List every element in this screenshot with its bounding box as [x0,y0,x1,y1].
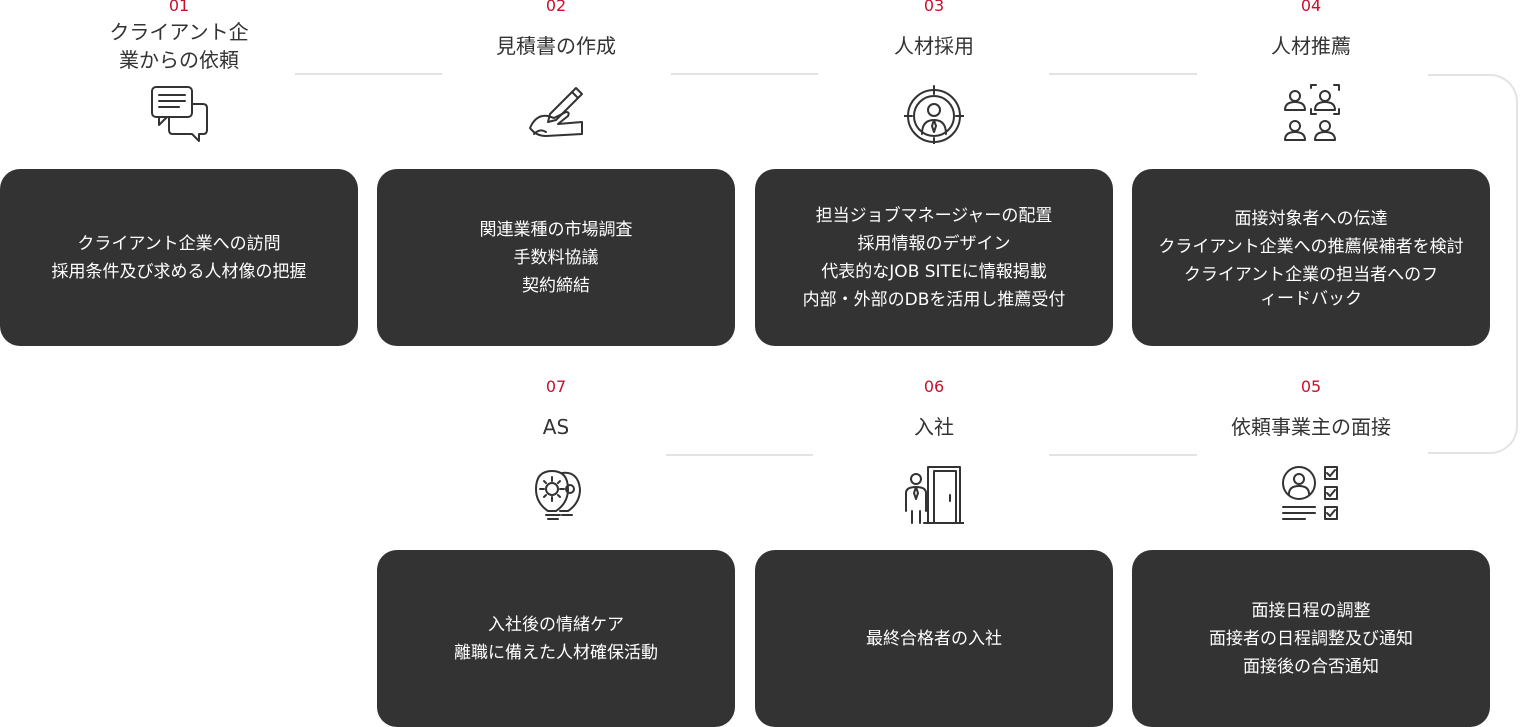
step-title: 人材推薦 [1271,34,1351,58]
step-card: 担当ジョブマネージャーの配置 採用情報のデザイン 代表的なJOB SITEに情報… [755,169,1113,346]
step-number: 02 [545,0,567,15]
step-number: 07 [545,377,567,396]
card-line: 関連業種の市場調査 [479,219,633,240]
step-title: 見積書の作成 [496,34,616,58]
step-title: 依頼事業主の面接 [1231,415,1391,439]
step-06: 06 入社 最終合格者の入社 [755,377,1113,727]
card-line: クライアント企業への訪問 [77,233,281,254]
step-02: 02 見積書の作成 関連業種の市場調査 手数料協議 契約締結 [377,0,735,346]
step-card: 入社後の情緒ケア 離職に備えた人材確保活動 [377,550,735,727]
card-line: 採用条件及び求める人材像の把握 [51,261,307,282]
step-card: クライアント企業への訪問 採用条件及び求める人材像の把握 [0,169,358,346]
card-line: 離職に備えた人材確保活動 [454,642,658,663]
step-title: クライアント企 業からの依頼 [109,20,249,72]
card-line: 面接者の日程調整及び通知 [1209,628,1413,649]
step-01: 01 クライアント企 業からの依頼 クライアント企業への訪問 採用条件及び求める… [0,0,358,346]
step-03: 03 人材採用 担当ジョブマネージャーの配置 採用情報のデザイン 代表的なJOB… [755,0,1113,346]
step-number: 05 [1300,377,1322,396]
step-number: 04 [1300,0,1322,15]
card-line: 採用情報のデザイン [857,233,1011,254]
writing-hand-icon [526,84,586,144]
step-title: AS [542,415,570,439]
card-line: 代表的なJOB SITEに情報掲載 [821,261,1047,282]
card-line: クライアント企業への推薦候補者を検討 [1158,236,1464,257]
step-card: 関連業種の市場調査 手数料協議 契約締結 [377,169,735,346]
card-line: 面接日程の調整 [1251,600,1371,621]
card-line: 入社後の情緒ケア [488,614,624,635]
card-line: クライアント企業の担当者へのフ ィードバック [1183,264,1439,309]
lightbulb-gears-icon [526,465,586,525]
step-card: 面接日程の調整 面接者の日程調整及び通知 面接後の合否通知 [1132,550,1490,727]
step-card: 面接対象者への伝達 クライアント企業への推薦候補者を検討 クライアント企業の担当… [1132,169,1490,346]
card-line: 面接後の合否通知 [1243,656,1379,677]
card-line: 最終合格者の入社 [866,628,1002,649]
card-line: 面接対象者への伝達 [1234,208,1388,229]
checklist-person-icon [1281,465,1341,525]
step-card: 最終合格者の入社 [755,550,1113,727]
step-04: 04 人材推薦 面接対象者への伝達 クライアント企業への推薦候補者を検討 クライ… [1132,0,1490,346]
step-number: 01 [168,0,190,15]
target-person-icon [904,84,964,144]
people-select-icon [1281,84,1341,144]
card-line: 担当ジョブマネージャーの配置 [815,205,1053,226]
person-door-icon [904,465,964,525]
card-line: 内部・外部のDBを活用し推薦受付 [802,289,1066,310]
card-line: 手数料協議 [513,247,599,268]
card-line: 契約締結 [522,275,590,296]
step-07: 07 AS 入社後の情緒ケア 離職に備えた人材確保活動 [377,377,735,727]
step-number: 03 [923,0,945,15]
step-title: 人材採用 [894,34,974,58]
step-05: 05 依頼事業主の面接 面接日程の調整 面接者の日程調整及び通知 面接後の合否通… [1132,377,1490,727]
chat-bubbles-icon [149,84,209,144]
step-number: 06 [923,377,945,396]
step-title: 入社 [914,415,954,439]
